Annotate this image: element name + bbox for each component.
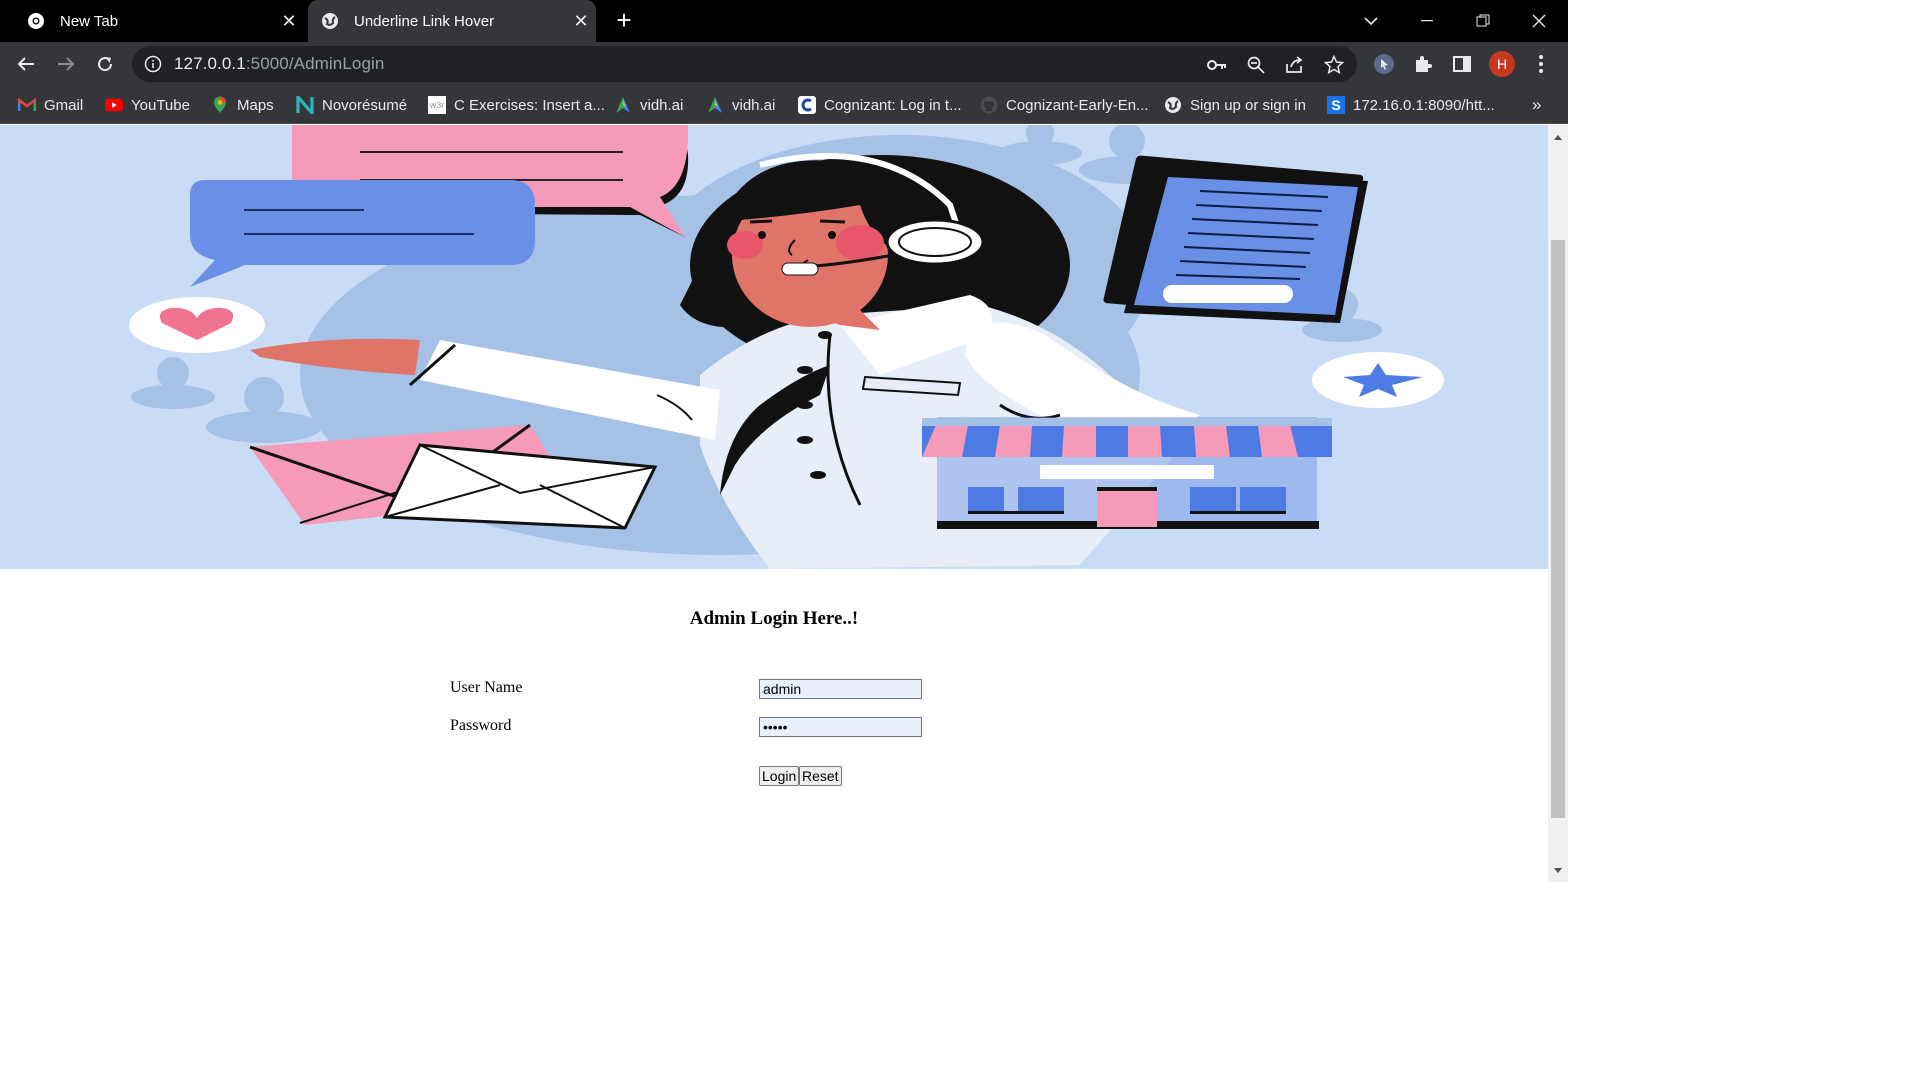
password-key-icon[interactable]	[1206, 54, 1228, 76]
bookmark-gmail[interactable]: Gmail	[18, 93, 83, 117]
reload-icon[interactable]	[90, 49, 120, 79]
page-content: Admin Login Here..! User Name Password L…	[0, 125, 1548, 882]
site-info-icon[interactable]	[144, 55, 162, 73]
side-panel-icon[interactable]	[1447, 49, 1477, 79]
password-input[interactable]	[759, 717, 922, 737]
globe-icon	[1164, 96, 1182, 114]
bookmark-youtube[interactable]: YouTube	[105, 93, 190, 117]
back-icon[interactable]	[11, 49, 41, 79]
address-bar[interactable]: 127.0.0.1:5000/AdminLogin	[132, 46, 1357, 82]
browser-menu-icon[interactable]	[1526, 49, 1556, 79]
close-tab-icon[interactable]: ✕	[566, 11, 596, 32]
youtube-icon	[105, 96, 123, 114]
reset-button[interactable]: Reset	[799, 766, 842, 786]
w3r-icon: w3r	[428, 96, 446, 114]
globe-icon	[320, 11, 340, 31]
tab-new-tab[interactable]: New Tab ✕	[14, 0, 304, 42]
new-tab-button[interactable]: +	[610, 6, 638, 34]
github-icon	[980, 96, 998, 114]
maps-icon	[211, 96, 229, 114]
scrollbar-thumb[interactable]	[1551, 240, 1565, 818]
scroll-up-icon[interactable]	[1548, 127, 1568, 147]
forward-icon[interactable]	[51, 49, 81, 79]
bookmarks-overflow-icon[interactable]: »	[1532, 93, 1541, 117]
tab-search-icon[interactable]	[1343, 0, 1399, 42]
minimize-icon[interactable]	[1399, 0, 1455, 42]
extension-cursor-icon[interactable]	[1369, 49, 1399, 79]
sophos-icon: S	[1327, 96, 1345, 114]
bookmark-star-icon[interactable]	[1323, 54, 1345, 76]
login-heading: Admin Login Here..!	[689, 608, 859, 629]
cognizant-icon	[798, 96, 816, 114]
vidh-icon	[614, 96, 632, 114]
novoresume-icon	[296, 96, 314, 114]
gmail-icon	[18, 96, 36, 114]
bookmark-vidh-ai-1[interactable]: vidh.ai	[614, 93, 683, 117]
bookmark-cognizant-login[interactable]: Cognizant: Log in t...	[798, 93, 962, 117]
username-label: User Name	[450, 679, 523, 696]
password-label: Password	[450, 717, 512, 734]
close-tab-icon[interactable]: ✕	[274, 11, 304, 32]
bookmark-sign-up[interactable]: Sign up or sign in	[1164, 93, 1306, 117]
tab-title: New Tab	[60, 12, 119, 30]
browser-toolbar: 127.0.0.1:5000/AdminLogin H	[0, 42, 1568, 86]
tab-underline-link-hover[interactable]: Underline Link Hover ✕	[308, 0, 596, 42]
restore-icon[interactable]	[1455, 0, 1511, 42]
browser-titlebar: New Tab ✕ Underline Link Hover ✕ +	[0, 0, 1568, 42]
hero-illustration	[0, 125, 1548, 569]
chrome-icon	[26, 11, 46, 31]
login-button[interactable]: Login	[759, 766, 800, 786]
extensions-puzzle-icon[interactable]	[1408, 49, 1438, 79]
scroll-down-icon[interactable]	[1548, 860, 1568, 880]
customer-support-illustration	[129, 125, 1444, 569]
share-icon[interactable]	[1284, 54, 1306, 76]
svg-text:H: H	[1497, 56, 1507, 72]
bookmark-c-exercises[interactable]: w3r C Exercises: Insert a...	[428, 93, 605, 117]
bookmark-172-16-0-1[interactable]: S 172.16.0.1:8090/htt...	[1327, 93, 1495, 117]
bookmarks-bar: Gmail YouTube Maps Novorésumé w3r C Exer…	[0, 86, 1568, 124]
profile-avatar[interactable]: H	[1487, 49, 1517, 79]
username-input[interactable]	[759, 679, 922, 699]
url-text: 127.0.0.1:5000/AdminLogin	[174, 54, 385, 73]
bookmark-vidh-ai-2[interactable]: vidh.ai	[706, 93, 775, 117]
zoom-icon[interactable]	[1245, 54, 1267, 76]
close-window-icon[interactable]	[1511, 0, 1567, 42]
bookmark-cognizant-early[interactable]: Cognizant-Early-En...	[980, 93, 1149, 117]
tab-title: Underline Link Hover	[354, 12, 495, 30]
bookmark-novoresume[interactable]: Novorésumé	[296, 93, 407, 117]
bookmark-maps[interactable]: Maps	[211, 93, 274, 117]
vidh-icon	[706, 96, 724, 114]
